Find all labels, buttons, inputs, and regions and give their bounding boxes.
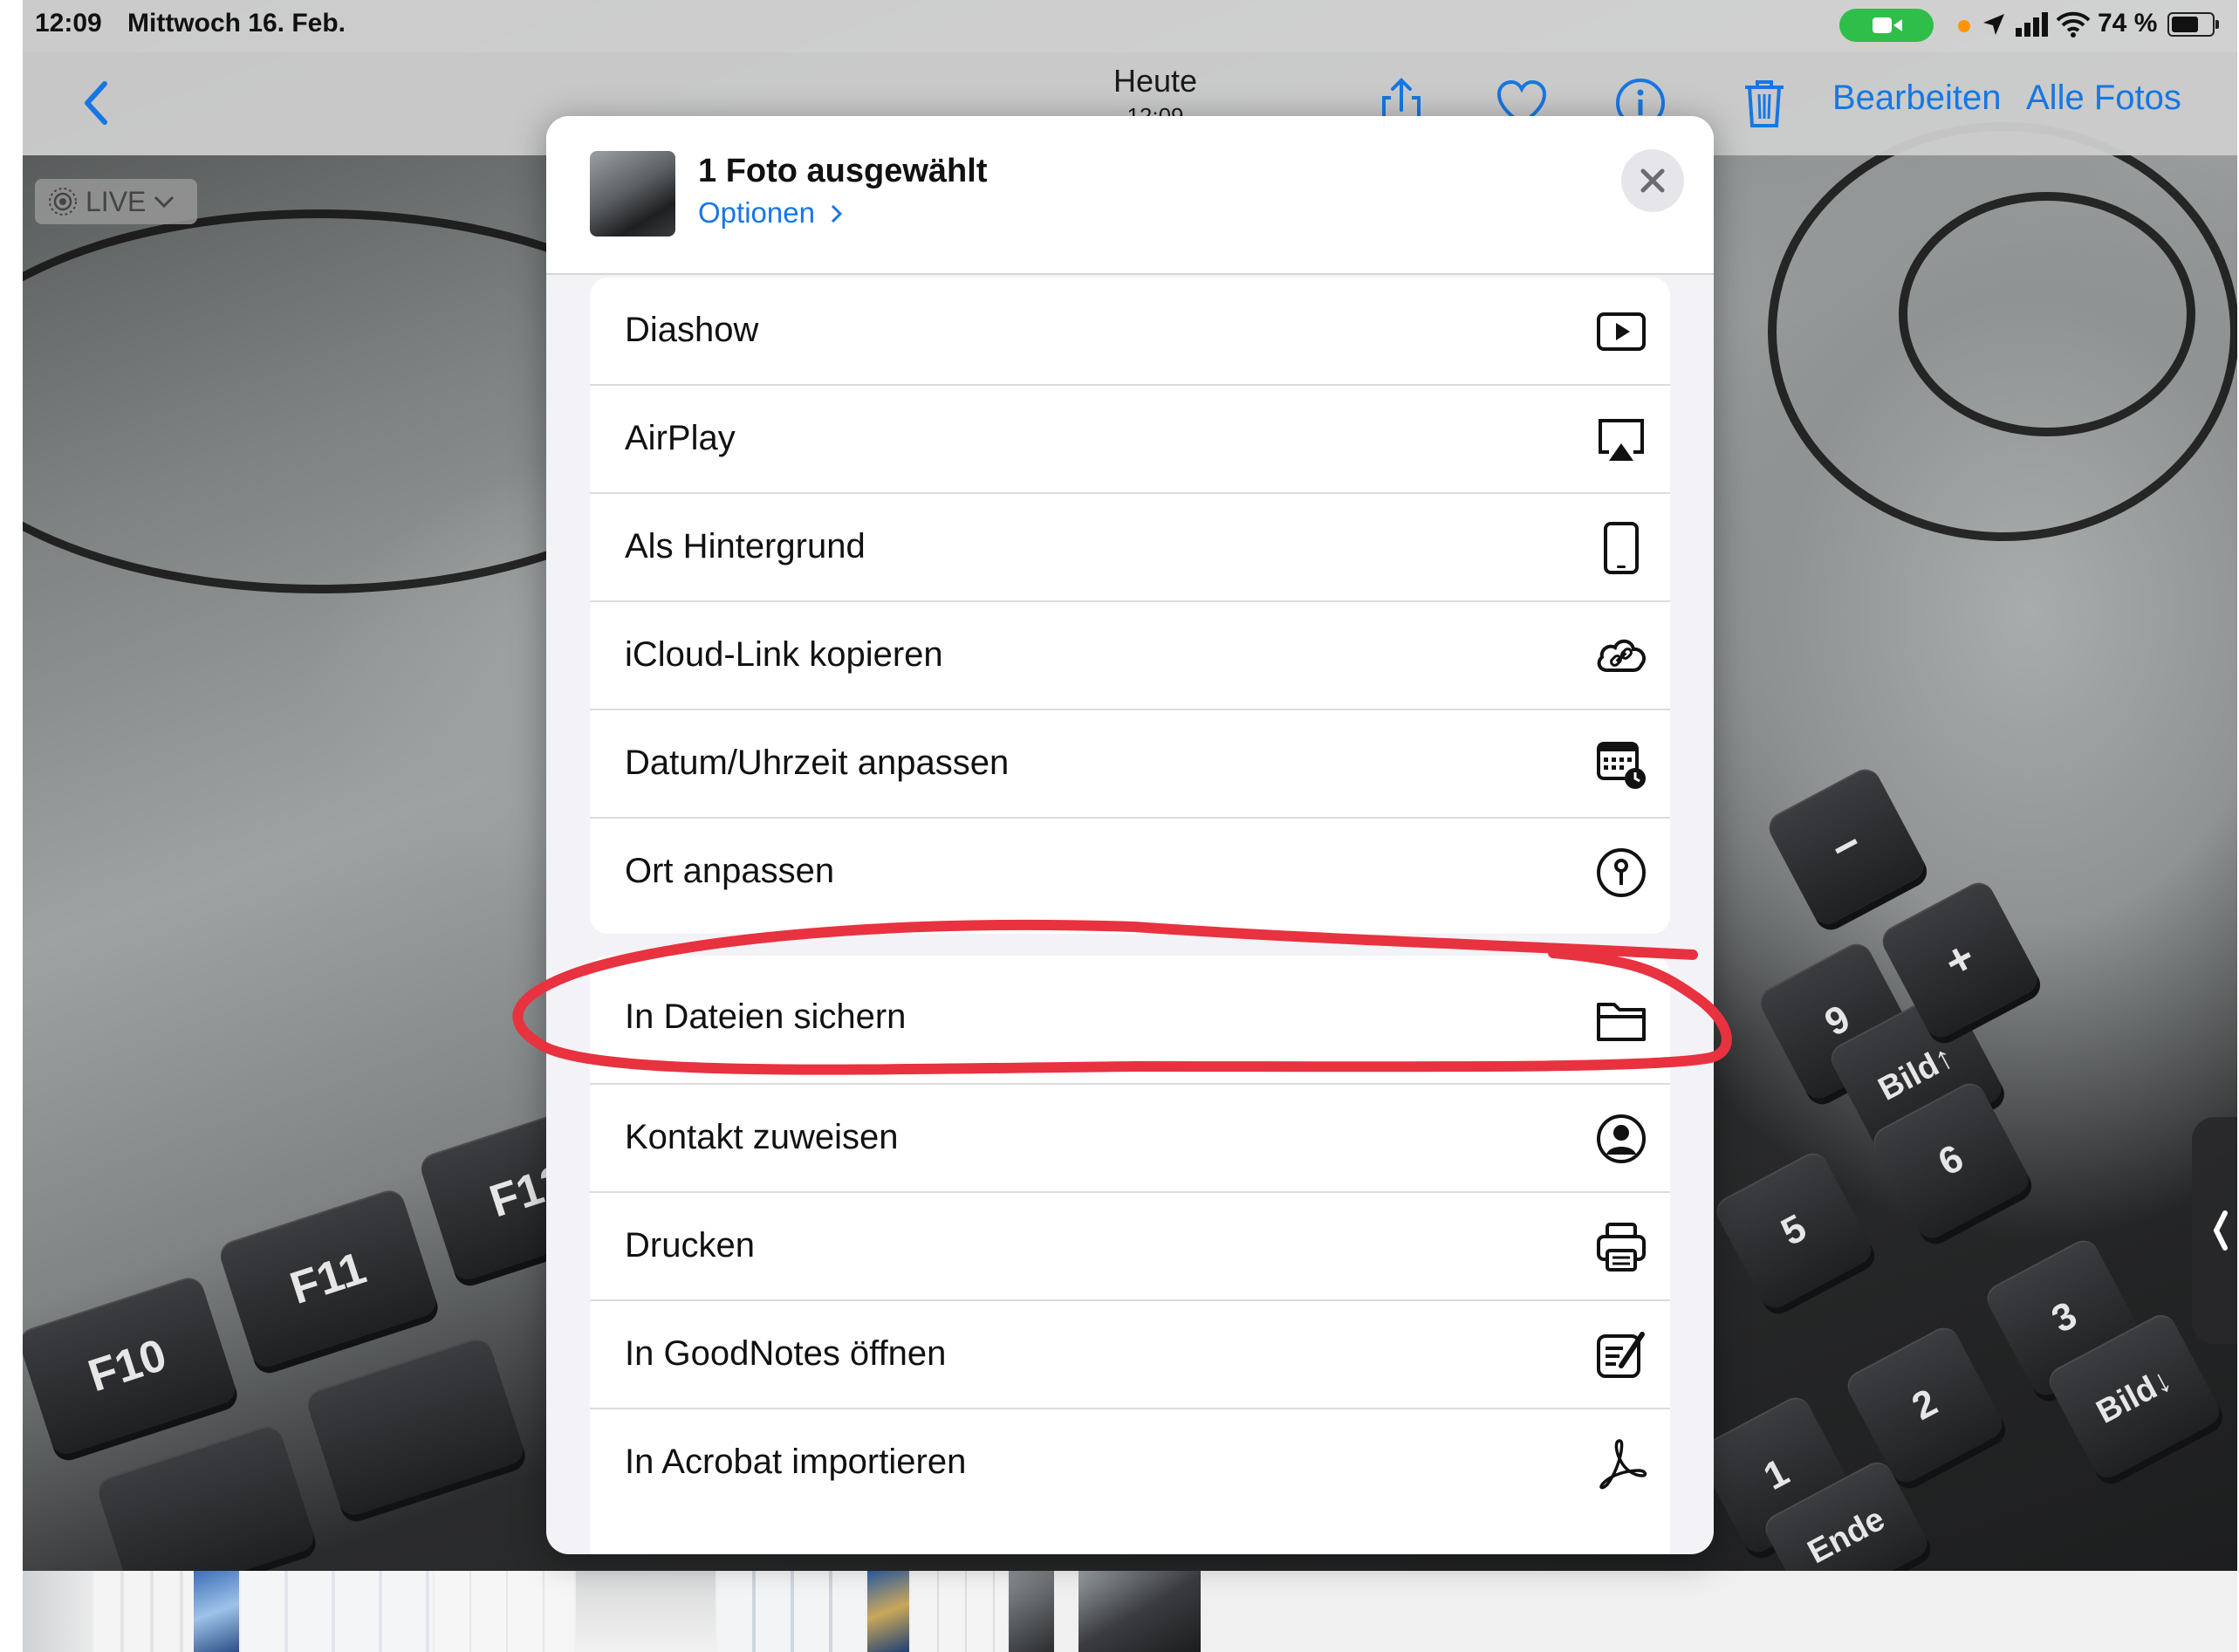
selection-title: 1 Foto ausgewählt <box>698 153 988 189</box>
thumbnail[interactable] <box>241 1571 433 1652</box>
keyboard-key: 5 <box>1711 1148 1877 1313</box>
action-assign-contact[interactable]: Kontakt zuweisen <box>590 1085 1670 1193</box>
acrobat-icon <box>1599 1439 1647 1490</box>
cellular-signal-icon <box>2016 12 2048 37</box>
action-airplay[interactable]: AirPlay <box>590 386 1670 494</box>
action-label: Datum/Uhrzeit anpassen <box>625 744 1010 782</box>
thumbnail[interactable] <box>576 1571 716 1652</box>
share-sheet: 1 Foto ausgewählt Optionen Diashow AirPl… <box>546 116 1714 1554</box>
chevron-left-icon <box>2213 1210 2228 1251</box>
keyboard-key: − <box>1763 764 1929 929</box>
options-label: Optionen <box>698 196 815 229</box>
close-icon <box>1640 168 1665 193</box>
thumbnail[interactable] <box>1009 1571 1054 1652</box>
action-slideshow[interactable]: Diashow <box>590 278 1670 386</box>
keyboard-key <box>304 1334 527 1519</box>
action-import-to-acrobat[interactable]: In Acrobat importieren <box>590 1409 1670 1518</box>
chevron-right-icon <box>832 204 843 223</box>
status-date: Mittwoch 16. Feb. <box>127 9 346 38</box>
printer-icon <box>1597 1223 1646 1272</box>
action-label: iCloud-Link kopieren <box>625 635 943 674</box>
status-time: 12:09 <box>35 9 102 38</box>
keyboard-key: 2 <box>1842 1322 2008 1488</box>
close-button[interactable] <box>1621 149 1684 212</box>
action-label: In GoodNotes öffnen <box>625 1334 947 1373</box>
facetime-indicator[interactable] <box>1839 9 1934 42</box>
trash-icon[interactable] <box>1736 75 1792 131</box>
goodnotes-icon <box>1597 1332 1645 1378</box>
icloud-link-icon <box>1597 639 1646 672</box>
live-label: LIVE <box>86 185 147 217</box>
thumbnail-strip[interactable] <box>23 1571 2237 1652</box>
actions-group-secondary: In Dateien sichern Kontakt zuweisen Druc… <box>590 956 1670 1554</box>
thumbnail[interactable] <box>717 1571 866 1652</box>
battery-icon <box>2167 12 2219 37</box>
thumbnail[interactable] <box>911 1571 1007 1652</box>
action-label: In Acrobat importieren <box>625 1443 967 1481</box>
action-copy-icloud-link[interactable]: iCloud-Link kopieren <box>590 602 1670 710</box>
sidebar-grabber-handle[interactable] <box>2192 1117 2237 1344</box>
action-adjust-location[interactable]: Ort anpassen <box>590 819 1670 927</box>
action-label: Als Hintergrund <box>625 527 866 566</box>
action-adjust-date-time[interactable]: Datum/Uhrzeit anpassen <box>590 710 1670 819</box>
back-chevron-icon[interactable] <box>72 77 124 129</box>
keyboard-key: F10 <box>23 1273 239 1458</box>
action-label: Drucken <box>625 1226 755 1265</box>
wifi-icon <box>2056 11 2091 38</box>
ipad-icon <box>1604 522 1639 574</box>
live-photo-icon <box>49 188 77 216</box>
battery-percentage: 74 % <box>2098 9 2158 38</box>
action-print[interactable]: Drucken <box>590 1193 1670 1301</box>
status-bar: 12:09 Mittwoch 16. Feb. 74 % <box>23 0 2237 52</box>
thumbnail-current[interactable] <box>1078 1571 1201 1652</box>
slideshow-icon <box>1597 312 1646 351</box>
options-link[interactable]: Optionen <box>698 196 846 230</box>
action-label: Ort anpassen <box>625 852 835 890</box>
photo-time-subtitle: 12:09 <box>1126 103 1184 117</box>
share-sheet-header: 1 Foto ausgewählt Optionen <box>546 116 1714 275</box>
thumbnail[interactable] <box>23 1571 92 1652</box>
action-label: AirPlay <box>625 419 736 457</box>
action-open-in-goodnotes[interactable]: In GoodNotes öffnen <box>590 1301 1670 1409</box>
all-photos-button[interactable]: Alle Fotos <box>2026 79 2181 118</box>
location-pin-icon <box>1597 848 1646 897</box>
edit-button[interactable]: Bearbeiten <box>1832 79 2001 118</box>
contact-icon <box>1597 1114 1646 1163</box>
thumbnail[interactable] <box>867 1571 909 1652</box>
action-label: In Dateien sichern <box>625 997 907 1036</box>
action-label: Diashow <box>625 311 759 349</box>
photo-date-title: Heute <box>1113 63 1198 99</box>
thumbnail[interactable] <box>435 1571 574 1652</box>
action-label: Kontakt zuweisen <box>625 1118 899 1156</box>
location-arrow-icon <box>1983 14 2004 35</box>
selected-photo-thumbnail <box>590 151 675 236</box>
airplay-icon <box>1599 419 1644 461</box>
actions-group-primary: Diashow AirPlay Als Hintergrund iCloud-L… <box>590 278 1670 934</box>
chevron-down-icon <box>154 195 175 209</box>
live-photo-badge[interactable]: LIVE <box>35 179 197 224</box>
ipad-screen: F10 F11 F12 9 Bild↑ 6 5 3 2 Bild↓ 1 Ende… <box>23 0 2237 1652</box>
calendar-clock-icon <box>1597 742 1646 789</box>
cable-decoration <box>1899 192 2195 436</box>
action-set-wallpaper[interactable]: Als Hintergrund <box>590 494 1670 602</box>
microphone-indicator-dot <box>1958 20 1970 32</box>
keyboard-key: F11 <box>216 1186 440 1371</box>
folder-icon <box>1597 1003 1646 1041</box>
thumbnail[interactable] <box>194 1571 239 1652</box>
action-save-to-files[interactable]: In Dateien sichern <box>590 956 1670 1085</box>
